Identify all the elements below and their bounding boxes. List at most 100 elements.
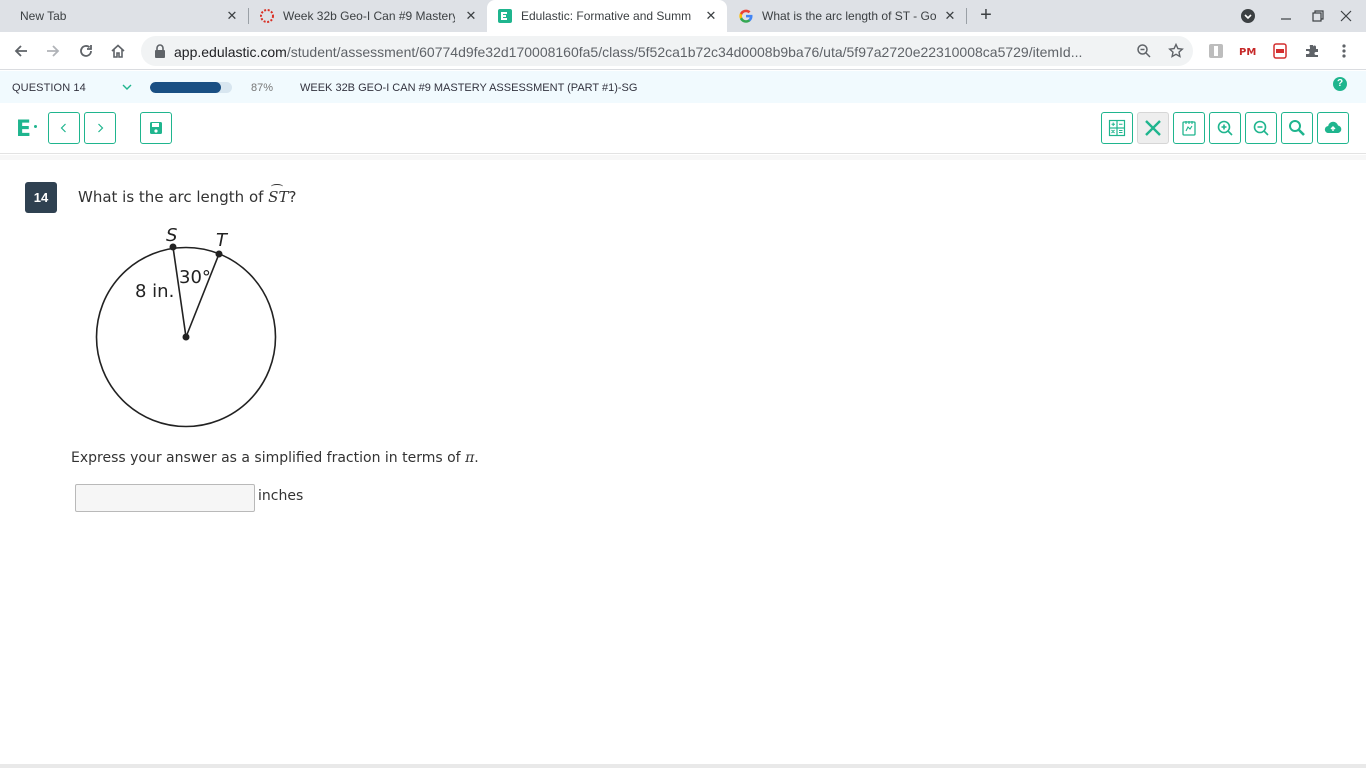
- cloud-upload-icon: [1324, 121, 1342, 134]
- back-button[interactable]: [9, 39, 33, 63]
- previous-question-button[interactable]: [48, 112, 80, 144]
- save-icon: [150, 122, 162, 134]
- close-icon[interactable]: ✕: [703, 8, 719, 24]
- crossout-button[interactable]: [1137, 112, 1169, 144]
- tab-title: Edulastic: Formative and Summ: [521, 9, 692, 23]
- edulastic-icon: [497, 8, 513, 24]
- close-window-button[interactable]: [1336, 6, 1356, 26]
- url-text: app.edulastic.com/student/assessment/607…: [174, 44, 1129, 60]
- prompt-question-mark: ?: [288, 188, 297, 206]
- label-s: S: [166, 225, 177, 246]
- chevron-left-icon: [60, 123, 66, 133]
- progress-fill: [150, 82, 222, 93]
- scratchpad-icon: [1182, 121, 1196, 136]
- progress-bar: [150, 82, 232, 93]
- zoom-out-icon: [1253, 120, 1269, 136]
- save-button[interactable]: [140, 112, 172, 144]
- tab-week-32b[interactable]: Week 32b Geo-I Can #9 Mastery ✕: [249, 0, 487, 32]
- magnifier-button[interactable]: [1281, 112, 1313, 144]
- chevron-down-icon[interactable]: [121, 81, 133, 93]
- edulastic-logo: E: [16, 117, 32, 142]
- radius-label: 8 in.: [135, 281, 174, 302]
- browser-toolbar: app.edulastic.com/student/assessment/607…: [0, 32, 1366, 70]
- home-icon: [111, 44, 125, 58]
- question-number-badge: 14: [25, 182, 57, 213]
- red-dotted-circle-icon: [259, 8, 275, 24]
- magnifier-icon: [1289, 120, 1305, 136]
- new-tab-button[interactable]: +: [976, 5, 996, 26]
- progress-percent: 87%: [251, 82, 274, 94]
- label-t: T: [216, 230, 229, 251]
- home-button[interactable]: [106, 39, 130, 63]
- next-question-button[interactable]: [84, 112, 116, 144]
- tab-edulastic[interactable]: Edulastic: Formative and Summ ✕: [487, 0, 727, 32]
- circle-diagram: S T 8 in. 30°: [90, 222, 285, 432]
- zoom-in-icon: [1217, 120, 1233, 136]
- prompt-text: What is the arc length of: [78, 188, 269, 206]
- reload-icon: [80, 45, 92, 57]
- answer-input[interactable]: [75, 484, 255, 512]
- tab-title: New Tab: [20, 9, 67, 23]
- assessment-title: WEEK 32B GEO-I CAN #9 MASTERY ASSESSMENT…: [300, 82, 638, 94]
- minimize-icon: [1281, 18, 1291, 20]
- point-t: [215, 250, 223, 258]
- extension-gray-icon[interactable]: [1207, 42, 1225, 60]
- bookmark-star-icon[interactable]: [1167, 42, 1185, 60]
- content-divider: [0, 155, 1366, 160]
- radius-to-s: [172, 246, 187, 338]
- google-icon: [738, 8, 754, 24]
- restore-button[interactable]: [1308, 6, 1328, 26]
- tab-title: What is the arc length of ST - Go: [762, 9, 936, 23]
- browser-menu-icon[interactable]: [1335, 42, 1353, 60]
- forward-button[interactable]: [41, 39, 65, 63]
- address-bar[interactable]: app.edulastic.com/student/assessment/607…: [141, 36, 1193, 66]
- instruction-period: .: [474, 450, 479, 466]
- lock-icon: [155, 44, 165, 58]
- pi-symbol: π: [465, 450, 475, 466]
- assessment-toolbar: E: [0, 103, 1366, 154]
- tab-google-search[interactable]: What is the arc length of ST - Go ✕: [728, 0, 967, 32]
- forward-arrow-icon: [47, 45, 60, 57]
- close-icon[interactable]: ✕: [224, 8, 240, 24]
- zoom-icon[interactable]: [1135, 42, 1153, 60]
- logo-dot: [34, 125, 37, 128]
- help-icon[interactable]: ?: [1333, 77, 1347, 91]
- angle-label: 30°: [179, 267, 211, 288]
- tab-new-tab[interactable]: New Tab ✕: [8, 0, 249, 32]
- calculator-icon: [1108, 119, 1126, 137]
- question-header-bar: QUESTION 14 87% WEEK 32B GEO-I CAN #9 MA…: [0, 71, 1366, 103]
- extension-pm-icon[interactable]: PM: [1239, 42, 1257, 60]
- back-arrow-icon: [14, 45, 27, 57]
- chevron-down-icon: [1241, 9, 1255, 23]
- extension-pdf-icon[interactable]: [1271, 42, 1289, 60]
- scratchpad-button[interactable]: [1173, 112, 1205, 144]
- close-icon[interactable]: ✕: [942, 8, 958, 24]
- close-icon[interactable]: ✕: [463, 8, 479, 24]
- svg-text:PM: PM: [1239, 47, 1256, 58]
- answer-instructions: Express your answer as a simplified frac…: [71, 450, 479, 466]
- close-icon: [1340, 10, 1352, 22]
- reload-button[interactable]: [74, 39, 98, 63]
- zoom-out-button[interactable]: [1245, 112, 1277, 144]
- tab-search-button[interactable]: [1238, 6, 1258, 26]
- chevron-right-icon: [98, 123, 104, 133]
- arc-name: ST: [268, 184, 288, 206]
- page-bottom-edge: [0, 764, 1366, 768]
- restore-icon: [1312, 10, 1324, 22]
- url-path: /student/assessment/60774d9fe32d17000816…: [286, 44, 1083, 60]
- arc-symbol: [271, 184, 284, 189]
- crossout-icon: [1145, 120, 1161, 136]
- question-prompt: What is the arc length of ST?: [78, 184, 297, 206]
- tab-title: Week 32b Geo-I Can #9 Mastery: [283, 9, 455, 23]
- url-host: app.edulastic.com: [174, 44, 287, 60]
- answer-unit: inches: [258, 488, 304, 504]
- calculator-button[interactable]: [1101, 112, 1133, 144]
- extensions-puzzle-icon[interactable]: [1303, 42, 1321, 60]
- instruction-text: Express your answer as a simplified frac…: [71, 450, 466, 466]
- question-selector-label[interactable]: QUESTION 14: [12, 82, 86, 94]
- minimize-button[interactable]: [1276, 6, 1296, 26]
- browser-tab-strip: New Tab ✕ Week 32b Geo-I Can #9 Mastery …: [0, 0, 1366, 32]
- center-point: [182, 333, 190, 341]
- submit-upload-button[interactable]: [1317, 112, 1349, 144]
- zoom-in-button[interactable]: [1209, 112, 1241, 144]
